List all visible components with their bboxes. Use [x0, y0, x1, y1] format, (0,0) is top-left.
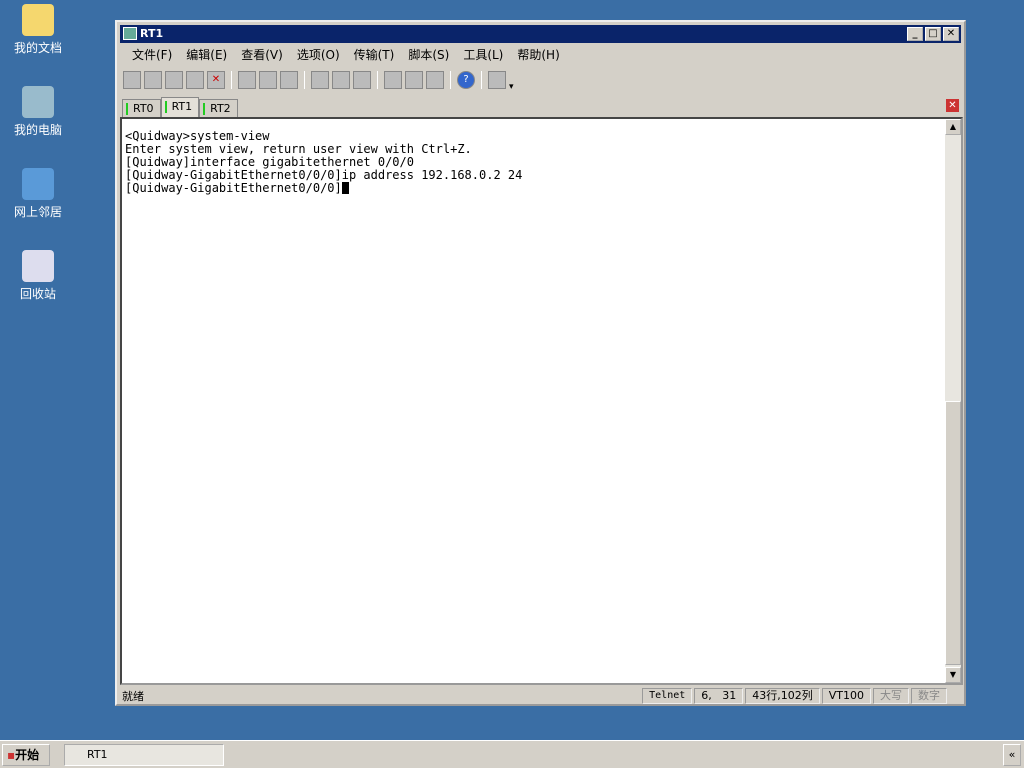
close-button[interactable]: ✕	[943, 27, 959, 41]
disconnect-icon[interactable]: ✕	[207, 71, 225, 89]
terminal-window: RT1 _ □ ✕ 文件(F) 编辑(E) 查看(V) 选项(O) 传输(T) 脚本…	[115, 20, 966, 706]
desktop-icon-my-computer[interactable]: 我的电脑	[4, 86, 72, 138]
status-terminal-size: 43行,102列	[745, 688, 820, 704]
scroll-down-icon[interactable]: ▼	[945, 667, 961, 683]
print-screen-icon[interactable]	[311, 71, 329, 89]
help-icon[interactable]: ?	[457, 71, 475, 89]
icon-label: 我的电脑	[13, 123, 62, 137]
terminal-line: <Quidway>system-view	[125, 129, 270, 143]
toolbar-overflow-icon[interactable]: ▾	[509, 82, 514, 92]
tray-expand-button[interactable]: «	[1003, 744, 1021, 766]
terminal-area[interactable]: <Quidway>system-view Enter system view, …	[120, 117, 963, 685]
separator	[304, 71, 305, 89]
menu-bar: 文件(F) 编辑(E) 查看(V) 选项(O) 传输(T) 脚本(S) 工具(L…	[125, 46, 567, 64]
minimize-button[interactable]: _	[907, 27, 923, 41]
toolbar: ✕ ? ▾	[123, 68, 514, 92]
find-icon[interactable]	[280, 71, 298, 89]
scroll-up-icon[interactable]: ▲	[945, 119, 961, 135]
title-bar[interactable]: RT1 _ □ ✕	[120, 25, 961, 43]
start-label: 开始	[15, 748, 40, 762]
menu-view[interactable]: 查看(V)	[234, 46, 290, 64]
menu-help[interactable]: 帮助(H)	[510, 46, 566, 64]
quick-connect-icon[interactable]	[144, 71, 162, 89]
print-selection-icon[interactable]	[332, 71, 350, 89]
window-title: RT1	[140, 27, 164, 40]
terminal-line: [Quidway]interface gigabitethernet 0/0/0	[125, 155, 414, 169]
session-tabs: RT0 RT1 RT2	[122, 97, 238, 117]
copy-icon[interactable]	[238, 71, 256, 89]
separator	[231, 71, 232, 89]
taskbar-item-rt1[interactable]: RT1	[64, 744, 224, 766]
menu-edit[interactable]: 编辑(E)	[179, 46, 234, 64]
separator	[450, 71, 451, 89]
vertical-scrollbar[interactable]: ▲ ▼	[945, 119, 961, 683]
tab-rt0[interactable]: RT0	[122, 99, 161, 117]
maximize-button[interactable]: □	[925, 27, 941, 41]
app-icon	[123, 27, 137, 40]
key-icon[interactable]	[426, 71, 444, 89]
windows-logo-icon: ▪	[7, 748, 16, 762]
desktop-icon-recycle-bin[interactable]: 回收站	[4, 250, 72, 302]
reconnect-icon[interactable]	[186, 71, 204, 89]
menu-options[interactable]: 选项(O)	[290, 46, 347, 64]
icon-label: 回收站	[19, 287, 56, 301]
status-caps: 大写	[873, 688, 909, 704]
cursor	[341, 182, 349, 194]
status-bar: 就绪 Telnet 6, 31 43行,102列 VT100 大写 数字	[120, 687, 961, 705]
computer-icon	[22, 86, 54, 118]
print-icon[interactable]	[353, 71, 371, 89]
status-cursor-position: 6, 31	[694, 688, 744, 704]
status-emulation: VT100	[821, 688, 871, 704]
status-num: 数字	[911, 688, 947, 704]
network-icon	[22, 168, 54, 200]
menu-script[interactable]: 脚本(S)	[401, 46, 456, 64]
desktop-icon-network[interactable]: 网上邻居	[4, 168, 72, 220]
icon-label: 我的文档	[13, 41, 62, 55]
scroll-thumb[interactable]	[945, 401, 961, 665]
task-label: RT1	[87, 748, 108, 761]
global-options-icon[interactable]	[405, 71, 423, 89]
folder-icon	[22, 4, 54, 36]
session-options-icon[interactable]	[384, 71, 402, 89]
tab-rt2[interactable]: RT2	[199, 99, 238, 117]
menu-file[interactable]: 文件(F)	[125, 46, 179, 64]
taskbar: ▪开始 RT1 «	[0, 740, 1024, 768]
tab-rt1[interactable]: RT1	[160, 97, 200, 117]
menu-transfer[interactable]: 传输(T)	[347, 46, 402, 64]
paste-icon[interactable]	[259, 71, 277, 89]
desktop-icon-my-documents[interactable]: 我的文档	[4, 4, 72, 56]
status-protocol: Telnet	[642, 688, 693, 704]
connect-icon[interactable]	[123, 71, 141, 89]
connect-tab-icon[interactable]	[165, 71, 183, 89]
terminal-line: [Quidway-GigabitEthernet0/0/0]	[125, 181, 342, 195]
close-tab-icon[interactable]: ✕	[946, 99, 959, 112]
separator	[481, 71, 482, 89]
start-button[interactable]: ▪开始	[2, 744, 50, 766]
recycle-bin-icon	[22, 250, 54, 282]
icon-label: 网上邻居	[13, 205, 62, 219]
separator	[377, 71, 378, 89]
terminal-line: [Quidway-GigabitEthernet0/0/0]ip address…	[125, 168, 523, 182]
status-ready: 就绪	[122, 690, 144, 703]
sftp-icon[interactable]	[488, 71, 506, 89]
terminal-line: Enter system view, return user view with…	[125, 142, 472, 156]
menu-tools[interactable]: 工具(L)	[456, 46, 510, 64]
